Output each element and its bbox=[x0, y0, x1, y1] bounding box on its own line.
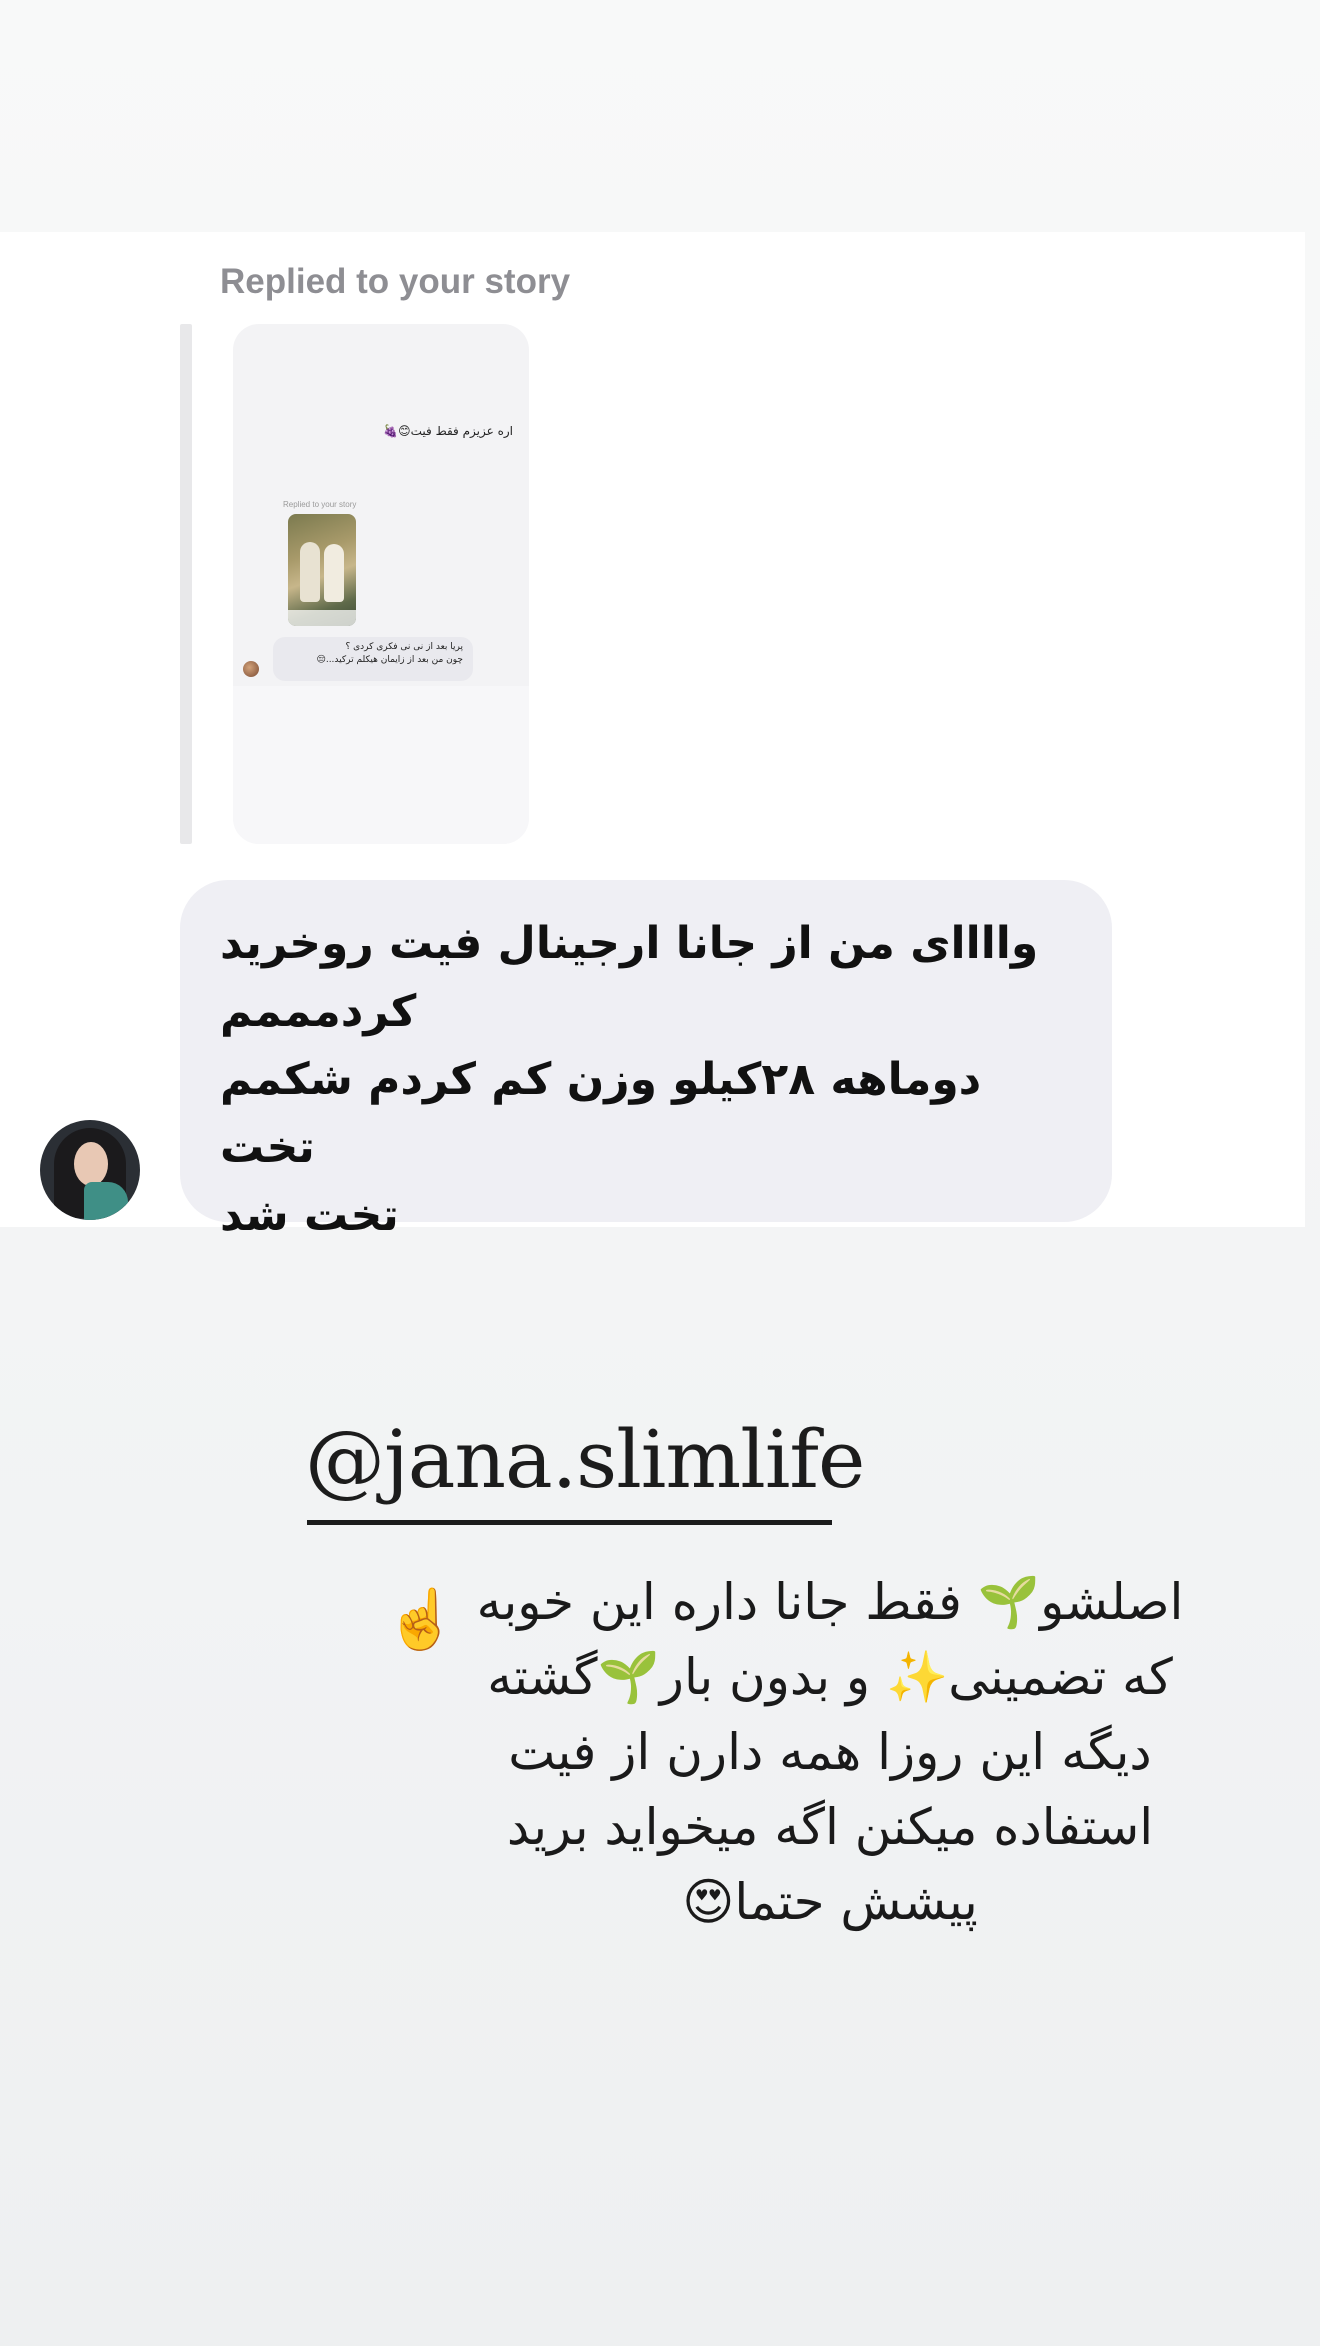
story-screen: Replied to your story اره عزیزم فقط فیت😊… bbox=[0, 0, 1320, 2346]
message-bubble[interactable]: واااای من از جانا ارجینال فیت روخرید کرد… bbox=[180, 880, 1112, 1241]
avatar-face bbox=[74, 1142, 108, 1186]
caption-line: پیشش حتما😍 bbox=[682, 1873, 978, 1931]
story-reply-preview[interactable]: اره عزیزم فقط فیت😊🍇 Replied to your stor… bbox=[233, 324, 529, 844]
dm-screenshot: Replied to your story اره عزیزم فقط فیت😊… bbox=[0, 232, 1305, 1241]
mention-handle[interactable]: @jana.slimlife bbox=[305, 1420, 865, 1500]
preview-message-line: پریا بعد از نی نی فکری کردی ؟ bbox=[345, 642, 463, 652]
message-text: واااای من از جانا ارجینال فیت روخرید کرد… bbox=[220, 910, 1060, 1250]
mention-underline bbox=[307, 1520, 832, 1525]
preview-replied-label: Replied to your story bbox=[283, 500, 357, 509]
preview-avatar bbox=[243, 661, 259, 677]
sender-avatar[interactable] bbox=[40, 1120, 140, 1220]
message-line: دوماهه ۲۸کیلو وزن کم کردم شکمم تخت bbox=[220, 1054, 982, 1173]
photo-person-left bbox=[300, 542, 320, 602]
quote-bar bbox=[180, 324, 192, 844]
preview-blank-area bbox=[233, 686, 529, 844]
replied-to-story-label: Replied to your story bbox=[220, 262, 571, 301]
photo-band bbox=[288, 610, 356, 626]
preview-story-photo bbox=[288, 514, 356, 626]
story-preview-content: اره عزیزم فقط فیت😊🍇 Replied to your stor… bbox=[233, 324, 529, 844]
story-caption: اصلشو🌱 فقط جانا داره این خوبه که تضمینی✨… bbox=[470, 1565, 1190, 1940]
photo-person-right bbox=[324, 544, 344, 602]
message-line: تخت شد bbox=[220, 1190, 399, 1241]
message-line: واااای من از جانا ارجینال فیت روخرید bbox=[220, 918, 1039, 969]
caption-line: دیگه این روزا همه دارن از فیت bbox=[508, 1723, 1152, 1781]
caption-line: که تضمینی✨ و بدون بار🌱گشته bbox=[487, 1648, 1173, 1706]
preview-message-bubble: پریا بعد از نی نی فکری کردی ؟ چون من بعد… bbox=[273, 637, 473, 681]
preview-message-line: چون من بعد از زایمان هیکلم ترکید...😔 bbox=[316, 655, 463, 665]
preview-top-message: اره عزیزم فقط فیت😊🍇 bbox=[383, 424, 513, 438]
caption-line: استفاده میکنن اگه میخواید برید bbox=[506, 1798, 1154, 1856]
pointing-up-icon: ☝️ bbox=[385, 1585, 458, 1653]
avatar-scarf bbox=[84, 1182, 128, 1220]
message-line: کردمممم bbox=[220, 986, 417, 1037]
caption-line: اصلشو🌱 فقط جانا داره این خوبه bbox=[476, 1573, 1184, 1631]
